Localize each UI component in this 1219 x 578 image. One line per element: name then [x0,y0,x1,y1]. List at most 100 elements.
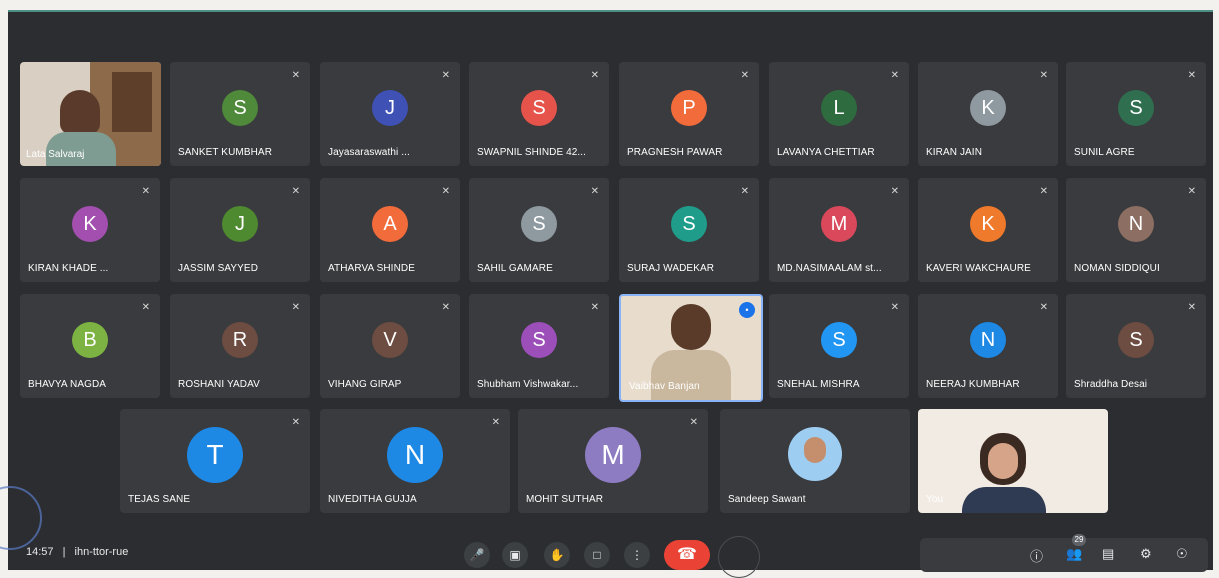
participant-name: You [926,494,944,505]
end-call-button[interactable]: ☎ [664,540,710,570]
more-options-button[interactable]: ⋮ [624,542,650,568]
participant-tile[interactable]: N ✕ NIVEDITHA GUJJA [320,409,510,513]
camera-button[interactable]: ▣ [502,542,528,568]
video-face [988,443,1018,479]
participant-tile[interactable]: Sandeep Sawant [720,409,910,513]
participant-tile[interactable]: S ✕ SWAPNIL SHINDE 42... [469,62,609,166]
meeting-window: Lata Salvaraj S ✕ SANKET KUMBHAR J ✕ Jayasara… [8,10,1213,578]
activities-icon[interactable]: ⚙ [1140,546,1152,562]
video-person [671,304,711,350]
clock-time: 14:57 [26,546,54,558]
participant-tile[interactable]: J ✕ JASSIM SAYYED [170,178,310,282]
participant-name: LAVANYA CHETTIAR [777,147,875,158]
participant-tile[interactable]: A ✕ ATHARVA SHINDE [320,178,460,282]
host-controls-icon[interactable]: ☉ [1176,546,1188,562]
participant-name: Shraddha Desai [1074,379,1148,390]
participant-name: ATHARVA SHINDE [328,263,415,274]
info-icon[interactable]: ⓘ [1030,546,1043,565]
participant-tile[interactable]: You [918,409,1108,513]
participant-tile[interactable]: R ✕ ROSHANI YADAV [170,294,310,398]
meeting-info: 14:57 | ihn-ttor-rue [26,546,128,558]
avatar: S [671,206,707,242]
avatar-face [804,437,826,463]
participant-name: SANKET KUMBHAR [178,147,273,158]
participant-tile[interactable]: S ✕ Shraddha Desai [1066,294,1206,398]
participant-tile[interactable]: B ✕ BHAVYA NAGDA [20,294,160,398]
participant-count-badge: 29 [1072,534,1086,546]
mic-muted-icon: ✕ [1039,186,1048,197]
mic-muted-icon: ✕ [441,70,450,81]
avatar: M [585,427,641,483]
mic-muted-icon: ✕ [441,186,450,197]
microphone-button[interactable]: 🎤 [464,542,490,568]
avatar: S [1118,322,1154,358]
mic-muted-icon: ✕ [1187,70,1196,81]
mic-muted-icon: ✕ [689,417,698,428]
participant-tile[interactable]: S ✕ SNEHAL MISHRA [769,294,909,398]
chat-icon[interactable]: ▤ [1102,546,1114,562]
participant-name: SNEHAL MISHRA [777,379,860,390]
avatar: S [222,90,258,126]
video-shoulders [651,350,731,400]
avatar: B [72,322,108,358]
mic-muted-icon: ✕ [141,302,150,313]
participant-tile[interactable]: S ✕ SANKET KUMBHAR [170,62,310,166]
participant-name: SURAJ WADEKAR [627,263,715,274]
mic-muted-icon: ✕ [890,70,899,81]
mic-muted-icon: ✕ [291,70,300,81]
mic-muted-icon: ✕ [491,417,500,428]
avatar: R [222,322,258,358]
avatar: J [222,206,258,242]
mic-muted-icon: ✕ [1039,302,1048,313]
participant-tile[interactable]: N ✕ NOMAN SIDDIQUI [1066,178,1206,282]
participant-tile[interactable]: K ✕ KIRAN JAIN [918,62,1058,166]
participant-tile[interactable]: S ✕ SUNIL AGRE [1066,62,1206,166]
speaking-indicator-icon: • [739,302,755,318]
avatar: L [821,90,857,126]
participant-tile[interactable]: N ✕ NEERAJ KUMBHAR [918,294,1058,398]
present-button[interactable]: □ [584,542,610,568]
participant-tile[interactable]: J ✕ Jayasaraswathi ... [320,62,460,166]
participant-name: NIVEDITHA GUJJA [328,494,417,505]
host-shelf [112,72,152,132]
participant-tile[interactable]: K ✕ KIRAN KHADE ... [20,178,160,282]
participant-name: KIRAN JAIN [926,147,983,158]
video-tile-host[interactable]: Lata Salvaraj [20,62,161,166]
avatar: S [1118,90,1154,126]
participant-tile[interactable]: M ✕ MOHIT SUTHAR [518,409,708,513]
mic-muted-icon: ✕ [141,186,150,197]
avatar: V [372,322,408,358]
avatar: N [387,427,443,483]
avatar-photo [788,427,842,481]
avatar: S [821,322,857,358]
participant-tile[interactable]: S ✕ Shubham Vishwakar... [469,294,609,398]
participant-tile[interactable]: S ✕ SAHIL GAMARE [469,178,609,282]
mic-muted-icon: ✕ [291,302,300,313]
avatar: T [187,427,243,483]
participant-name: MOHIT SUTHAR [526,494,604,505]
mic-muted-icon: ✕ [590,70,599,81]
mic-muted-icon: ✕ [740,70,749,81]
avatar: N [970,322,1006,358]
participant-name: Vaibhav Banjan [629,381,700,392]
meeting-code[interactable]: ihn-ttor-rue [75,546,129,558]
mic-muted-icon: ✕ [1187,302,1196,313]
participant-tile[interactable]: T ✕ TEJAS SANE [120,409,310,513]
mic-muted-icon: ✕ [291,186,300,197]
avatar: A [372,206,408,242]
raise-hand-button[interactable]: ✋ [544,542,570,568]
host-person [60,90,100,134]
participant-tile[interactable]: V ✕ VIHANG GIRAP [320,294,460,398]
participant-name: SWAPNIL SHINDE 42... [477,147,587,158]
avatar: K [970,206,1006,242]
participant-tile[interactable]: K ✕ KAVERI WAKCHAURE [918,178,1058,282]
participant-tile[interactable]: M ✕ MD.NASIMAALAM st... [769,178,909,282]
participant-tile[interactable]: L ✕ LAVANYA CHETTIAR [769,62,909,166]
avatar: S [521,90,557,126]
mic-muted-icon: ✕ [441,302,450,313]
participant-tile[interactable]: P ✕ PRAGNESH PAWAR [619,62,759,166]
people-icon[interactable]: 👥 [1066,546,1082,562]
mic-muted-icon: ✕ [590,186,599,197]
participant-tile[interactable]: • Vaibhav Banjan [619,294,763,402]
participant-tile[interactable]: S ✕ SURAJ WADEKAR [619,178,759,282]
